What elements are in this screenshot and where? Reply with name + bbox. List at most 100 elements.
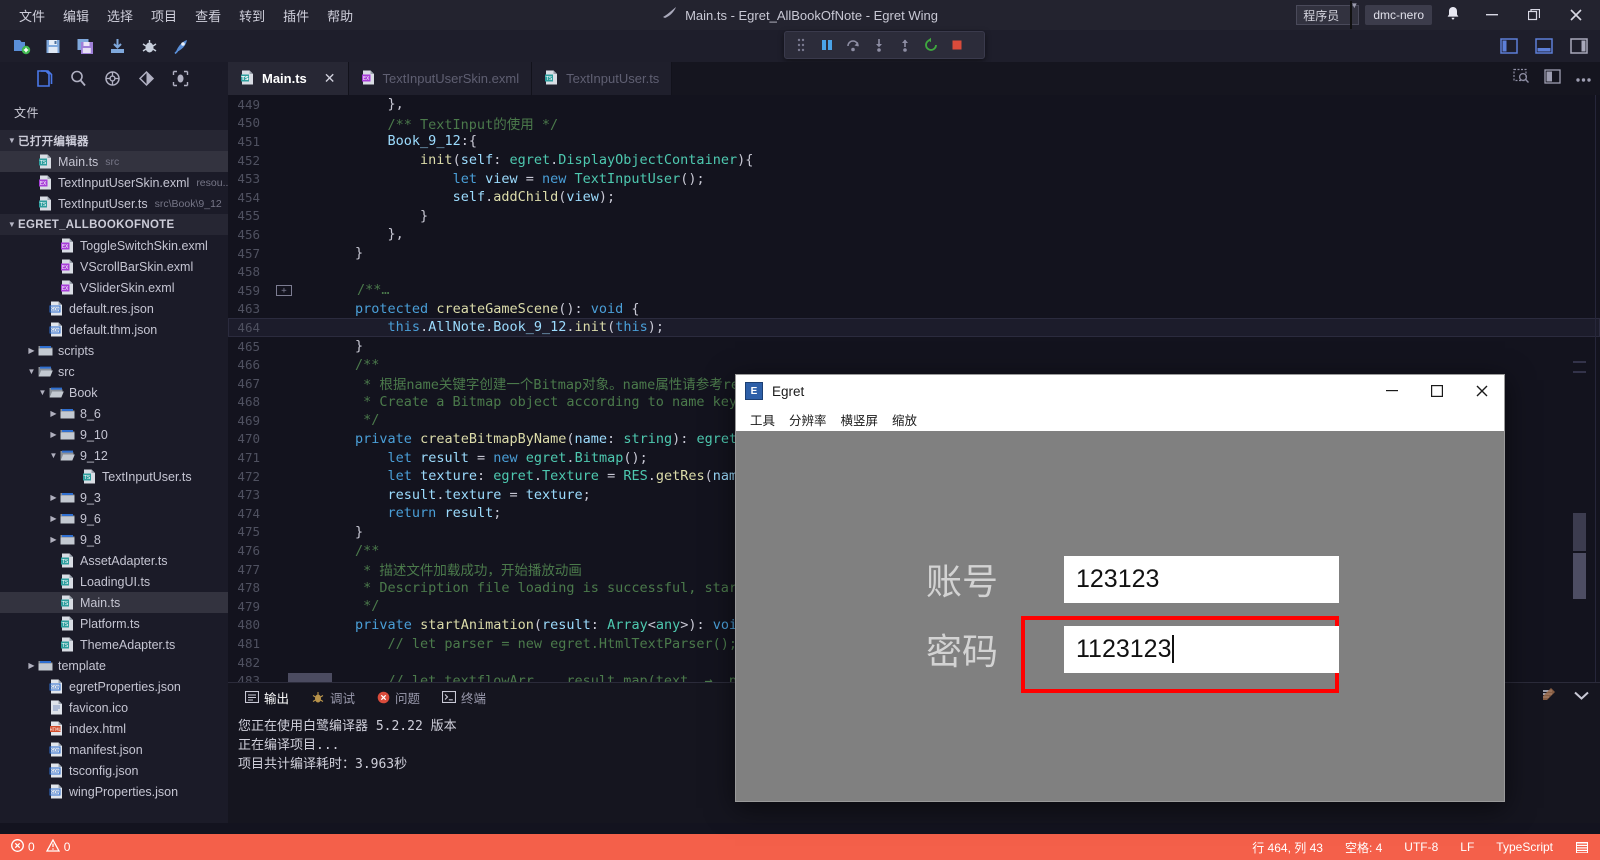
chevron-right-icon[interactable]: ▶ xyxy=(26,661,37,670)
tree-item-9-3[interactable]: ▶ 9_3 xyxy=(0,487,228,508)
chevron-right-icon[interactable]: ▶ xyxy=(48,409,59,418)
run-rocket-icon[interactable] xyxy=(168,33,194,59)
tree-item-9-8[interactable]: ▶ 9_8 xyxy=(0,529,228,550)
menu-item-6[interactable]: 插件 xyxy=(274,2,318,29)
status-eol[interactable]: LF xyxy=(1457,840,1477,854)
status-cursor-position[interactable]: 行 464, 列 43 xyxy=(1249,839,1326,856)
tree-item-textinputuserskin-exml[interactable]: EX TextInputUserSkin.exml resou... xyxy=(0,172,228,193)
menu-item-7[interactable]: 帮助 xyxy=(318,2,362,29)
tree-item-textinputuser-ts[interactable]: TS TextInputUser.ts xyxy=(0,466,228,487)
debug-bug-icon[interactable] xyxy=(136,33,162,59)
fold-toggle-icon[interactable]: + xyxy=(276,284,292,296)
editor-tab-textinputuserskin-exml[interactable]: EX TextInputUserSkin.exml xyxy=(348,62,533,95)
explorer-icon[interactable] xyxy=(30,66,58,92)
chevron-right-icon[interactable]: ▶ xyxy=(48,535,59,544)
password-input[interactable]: 1123123 xyxy=(1064,625,1339,673)
tree-item-main-ts[interactable]: TS Main.ts xyxy=(0,592,228,613)
status-warnings[interactable]: 0 xyxy=(43,838,74,855)
menu-item-3[interactable]: 项目 xyxy=(142,2,186,29)
scrollbar-thumb-secondary[interactable] xyxy=(1573,553,1586,599)
code-line-452[interactable]: 452 init(self: egret.DisplayObjectContai… xyxy=(228,151,1600,170)
account-input[interactable]: 123123 xyxy=(1064,555,1339,603)
split-preview-icon[interactable] xyxy=(1513,68,1530,89)
step-into-icon[interactable] xyxy=(867,34,891,56)
tree-item-9-6[interactable]: ▶ 9_6 xyxy=(0,508,228,529)
tree-item-default-res-json[interactable]: JSON default.res.json xyxy=(0,298,228,319)
tree-item-scripts[interactable]: ▶ scripts xyxy=(0,340,228,361)
status-errors[interactable]: 0 xyxy=(8,839,38,855)
egret-menu-item-0[interactable]: 工具 xyxy=(744,408,781,431)
clear-output-icon[interactable] xyxy=(1539,687,1557,708)
egret-menu-item-3[interactable]: 缩放 xyxy=(886,408,923,431)
step-over-icon[interactable] xyxy=(841,34,865,56)
code-line-464[interactable]: 464 this.AllNote.Book_9_12.init(this); xyxy=(228,318,1600,337)
tree-item-textinputuser-ts[interactable]: TS TextInputUser.ts src\Book\9_12 xyxy=(0,193,228,214)
egret-close-button[interactable] xyxy=(1459,375,1504,407)
chevron-down-icon[interactable]: ▼ xyxy=(48,451,59,460)
more-actions-icon[interactable] xyxy=(1575,70,1592,88)
extensions-icon[interactable] xyxy=(98,66,126,92)
code-line-453[interactable]: 453 let view = new TextInputUser(); xyxy=(228,169,1600,188)
chevron-right-icon[interactable]: ▶ xyxy=(48,430,59,439)
menu-item-1[interactable]: 编辑 xyxy=(54,2,98,29)
menu-item-2[interactable]: 选择 xyxy=(98,2,142,29)
new-file-icon[interactable] xyxy=(8,33,34,59)
code-line-465[interactable]: 465 } xyxy=(228,337,1600,356)
tree-item-default-thm-json[interactable]: JSON default.thm.json xyxy=(0,319,228,340)
chevron-right-icon[interactable]: ▶ xyxy=(26,346,37,355)
code-line-451[interactable]: 451 Book_9_12:{ xyxy=(228,132,1600,151)
menu-item-5[interactable]: 转到 xyxy=(230,2,274,29)
debug-toolbar[interactable] xyxy=(784,31,985,59)
code-line-459[interactable]: 459 + /**… xyxy=(228,281,1600,300)
menu-item-4[interactable]: 查看 xyxy=(186,2,230,29)
code-line-449[interactable]: 449 }, xyxy=(228,95,1600,114)
egret-minimize-button[interactable] xyxy=(1369,375,1414,407)
split-editor-icon[interactable] xyxy=(1544,68,1561,89)
save-all-icon[interactable] xyxy=(72,33,98,59)
status-indentation[interactable]: 空格: 4 xyxy=(1342,839,1385,856)
step-out-icon[interactable] xyxy=(893,34,917,56)
tree-item-tsconfig-json[interactable]: JSON tsconfig.json xyxy=(0,760,228,781)
tree-item-themeadapter-ts[interactable]: TS ThemeAdapter.ts xyxy=(0,634,228,655)
chevron-right-icon[interactable]: ▶ xyxy=(48,514,59,523)
pause-icon[interactable] xyxy=(815,34,839,56)
egret-menu-item-2[interactable]: 横竖屏 xyxy=(835,408,885,431)
tree-item-platform-ts[interactable]: TS Platform.ts xyxy=(0,613,228,634)
window-maximize-button[interactable] xyxy=(1516,0,1552,30)
code-line-454[interactable]: 454 self.addChild(view); xyxy=(228,188,1600,207)
menu-item-0[interactable]: 文件 xyxy=(10,2,54,29)
panel-bottom-icon[interactable] xyxy=(1531,33,1557,59)
tree-item-wingproperties-json[interactable]: JSON wingProperties.json xyxy=(0,781,228,802)
tree-item-template[interactable]: ▶ template xyxy=(0,655,228,676)
role-dropdown[interactable]: 程序员 ▼ xyxy=(1296,1,1360,29)
tree-item-index-html[interactable]: HTML index.html xyxy=(0,718,228,739)
user-chip[interactable]: dmc-nero xyxy=(1365,5,1432,25)
tree-item-9-10[interactable]: ▶ 9_10 xyxy=(0,424,228,445)
tree-item-toggleswitchskin-exml[interactable]: EX ToggleSwitchSkin.exml xyxy=(0,235,228,256)
collapse-panel-icon[interactable] xyxy=(1573,688,1590,706)
tree-item-egretproperties-json[interactable]: JSON egretProperties.json xyxy=(0,676,228,697)
panel-left-icon[interactable] xyxy=(1496,33,1522,59)
egret-stage[interactable]: 账号 123123 密码 1123123 xyxy=(736,431,1504,801)
notifications-bell-icon[interactable] xyxy=(1438,6,1468,24)
editor-vertical-scrollbar[interactable] xyxy=(1573,95,1586,682)
code-line-466[interactable]: 466 /** xyxy=(228,355,1600,374)
code-line-457[interactable]: 457 } xyxy=(228,244,1600,263)
status-encoding[interactable]: UTF-8 xyxy=(1401,840,1441,854)
tree-item-manifest-json[interactable]: JSON manifest.json xyxy=(0,739,228,760)
search-icon[interactable] xyxy=(64,66,92,92)
editor-tab-textinputuser-ts[interactable]: TS TextInputUser.ts xyxy=(532,62,673,95)
tree-item-vsliderskin-exml[interactable]: EX VSliderSkin.exml xyxy=(0,277,228,298)
save-icon[interactable] xyxy=(40,33,66,59)
window-minimize-button[interactable] xyxy=(1474,0,1510,30)
tree-item-9-12[interactable]: ▼ 9_12 xyxy=(0,445,228,466)
tree-item-book[interactable]: ▼ Book xyxy=(0,382,228,403)
restart-icon[interactable] xyxy=(919,34,943,56)
feedback-icon[interactable] xyxy=(1572,841,1592,854)
tree-section-header-0[interactable]: ▼ 已打开编辑器 xyxy=(0,130,228,151)
code-line-458[interactable]: 458 xyxy=(228,262,1600,281)
tree-item-main-ts[interactable]: TS Main.ts src xyxy=(0,151,228,172)
debug-icon[interactable] xyxy=(166,66,194,92)
egret-window-title-bar[interactable]: E Egret xyxy=(736,375,1504,407)
panel-tab-problems[interactable]: 问题 xyxy=(368,685,429,710)
